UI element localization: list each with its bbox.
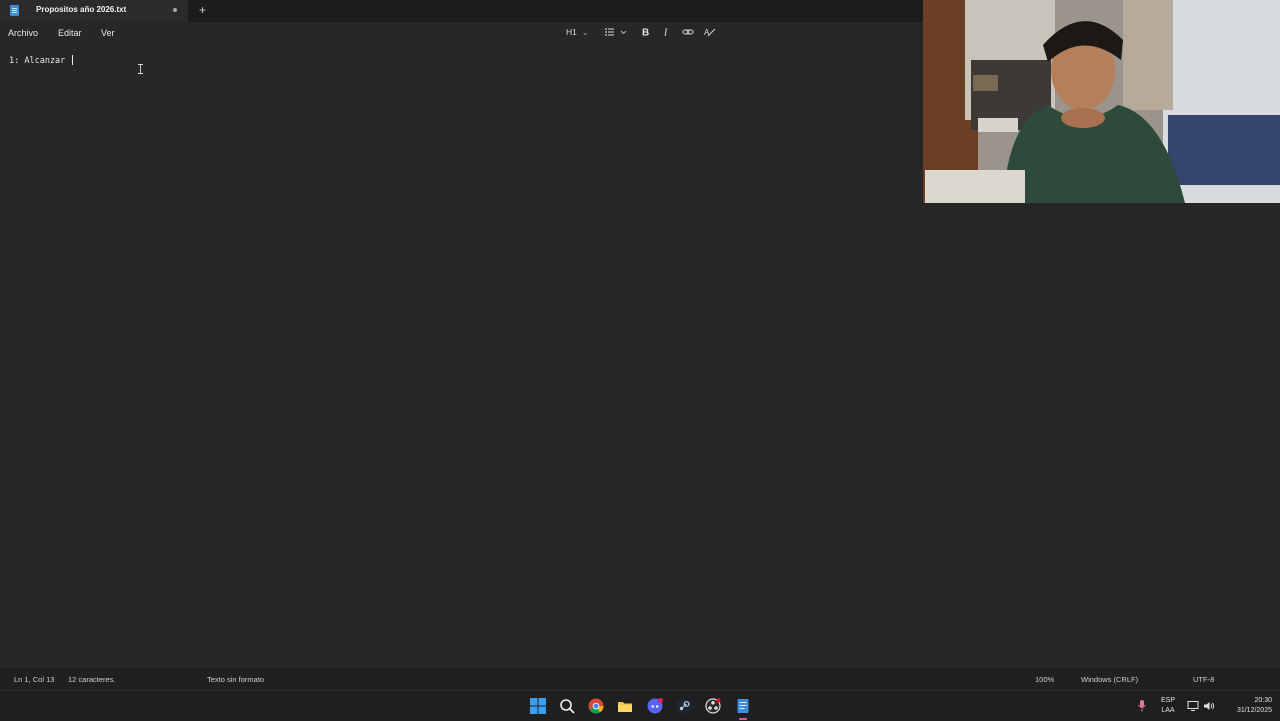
webcam-person-image <box>923 0 1280 203</box>
zoom-level[interactable]: 100% <box>1035 675 1054 684</box>
obs-icon[interactable] <box>705 698 721 714</box>
italic-button[interactable]: I <box>663 25 673 39</box>
svg-text:I: I <box>663 28 668 39</box>
tab-title: Propositos año 2026.txt <box>36 5 127 14</box>
svg-text:A: A <box>704 28 710 37</box>
cursor-position[interactable]: Ln 1, Col 13 <box>14 675 54 684</box>
editor-line: 1: Alcanzar <box>9 55 74 66</box>
add-tab-button[interactable]: + <box>199 3 206 17</box>
link-icon <box>682 29 694 35</box>
unsaved-dot-icon[interactable] <box>173 8 177 12</box>
menu-ver[interactable]: Ver <box>101 28 115 38</box>
notepad-icon[interactable] <box>735 698 751 714</box>
editor-line-text: 1: Alcanzar <box>9 56 71 66</box>
microphone-icon[interactable] <box>1137 699 1147 713</box>
taskbar: ESP LAA 20:30 31/12/2025 <box>0 690 1280 721</box>
list-dropdown[interactable] <box>604 25 628 39</box>
menu-archivo[interactable]: Archivo <box>8 28 38 38</box>
clear-formatting-icon: A <box>704 28 716 37</box>
webcam-overlay <box>923 0 1280 203</box>
keyboard-layout: LAA <box>1161 707 1175 714</box>
svg-text:B: B <box>642 28 649 39</box>
document-tab[interactable]: Propositos año 2026.txt <box>0 0 188 22</box>
discord-icon[interactable] <box>647 698 663 714</box>
clock[interactable]: 20:30 31/12/2025 <box>1222 696 1272 716</box>
ibeam-cursor-icon <box>138 64 143 74</box>
volume-icon[interactable] <box>1203 700 1215 712</box>
italic-icon: I <box>663 28 668 39</box>
status-bar: Ln 1, Col 13 12 caracteres. Texto sin fo… <box>0 668 1280 690</box>
language-indicator[interactable]: ESP LAA <box>1156 696 1180 716</box>
encoding[interactable]: UTF-8 <box>1193 675 1214 684</box>
text-caret <box>72 55 74 65</box>
clock-date: 31/12/2025 <box>1236 707 1272 714</box>
notepad-app-icon <box>10 5 19 16</box>
bold-icon: B <box>642 28 649 39</box>
bold-button[interactable]: B <box>641 25 651 39</box>
character-count: 12 caracteres. <box>68 675 116 684</box>
list-icon <box>605 28 627 36</box>
heading-label: H1 <box>566 27 577 37</box>
heading-dropdown[interactable]: H1 ⌄ <box>566 25 588 39</box>
link-button[interactable] <box>682 25 694 39</box>
text-format[interactable]: Texto sin formato <box>207 675 264 684</box>
file-explorer-icon[interactable] <box>617 698 633 714</box>
clock-time: 20:30 <box>1254 697 1272 704</box>
chrome-icon[interactable] <box>588 698 604 714</box>
menu-editar[interactable]: Editar <box>58 28 82 38</box>
search-icon[interactable] <box>559 698 575 714</box>
clear-formatting-button[interactable]: A <box>704 25 716 39</box>
chevron-down-icon: ⌄ <box>582 30 589 37</box>
line-ending[interactable]: Windows (CRLF) <box>1081 675 1138 684</box>
network-icon[interactable] <box>1187 700 1199 712</box>
windows-start-icon[interactable] <box>530 698 546 714</box>
steam-icon[interactable] <box>676 698 692 714</box>
language-code: ESP <box>1160 697 1175 704</box>
